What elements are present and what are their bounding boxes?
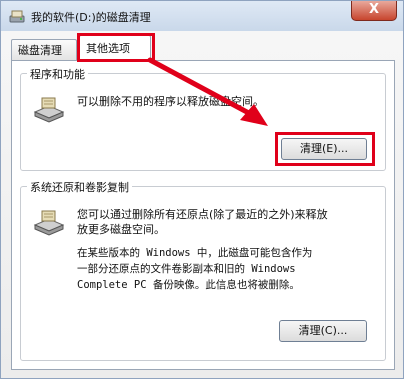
disk-cleanup-icon [9,10,25,23]
tab-disk-cleanup[interactable]: 磁盘清理 [11,39,77,61]
group-title: 程序和功能 [27,66,88,82]
restore-description: 您可以通过删除所有还原点(除了最近的之外)来释放 放更多磁盘空间。 [77,207,328,237]
text-line: 放更多磁盘空间。 [77,223,165,236]
button-label: 清理(C)... [298,324,348,337]
tab-panel: 程序和功能 可以删除不用的程序以释放磁盘空间。 清理(E)... 系统还原和卷影… [11,60,395,370]
restore-note: 在某些版本的 Windows 中，此磁盘可能包含作为 一部分还原点的文件卷影副本… [77,245,312,293]
system-restore-group: 系统还原和卷影复制 您可以通过删除所有还原点(除了最近的之外)来释放 放更多磁盘… [20,179,386,361]
title-bar: 我的软件(D:)的磁盘清理 X [1,1,403,31]
text-line: 一部分还原点的文件卷影副本和旧的 Windows [77,263,296,275]
programs-description: 可以删除不用的程序以释放磁盘空间。 [77,95,264,108]
window-title: 我的软件(D:)的磁盘清理 [31,11,151,24]
text-line: 在某些版本的 Windows 中，此磁盘可能包含作为 [77,247,313,259]
text-line: Complete PC 备份映像。此信息也将被删除。 [77,279,300,291]
clean-restore-points-button[interactable]: 清理(C)... [279,320,367,342]
programs-and-features-group: 程序和功能 可以删除不用的程序以释放磁盘空间。 清理(E)... [20,66,386,171]
drive-cleanup-icon [33,97,65,123]
close-button[interactable]: X [351,1,397,21]
tab-strip: 磁盘清理 其他选项 [11,33,395,62]
drive-cleanup-icon [33,210,65,236]
group-title: 系统还原和卷影复制 [27,179,132,195]
tab-label: 磁盘清理 [18,44,62,57]
text-line: 您可以通过删除所有还原点(除了最近的之外)来释放 [77,208,328,221]
button-highlight-box [275,132,375,166]
close-icon: X [368,2,380,17]
disk-cleanup-window: 我的软件(D:)的磁盘清理 X 磁盘清理 其他选项 程序和功能 可以删除不用的程… [0,0,404,379]
tab-highlight-box [77,33,155,62]
